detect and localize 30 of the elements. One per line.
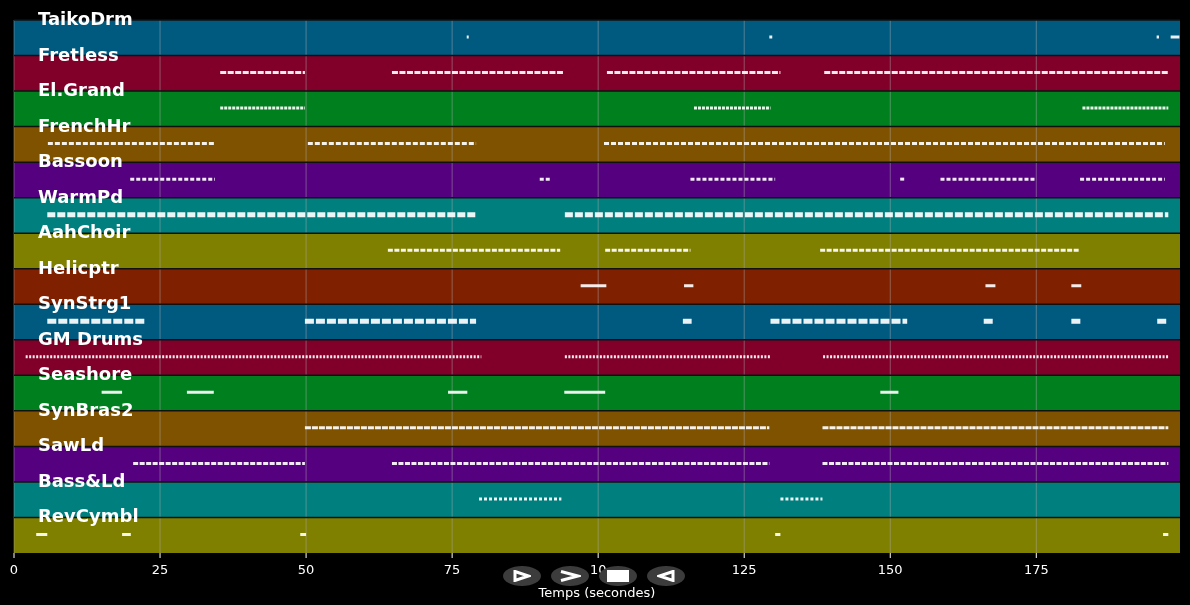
tick-label: 125 bbox=[731, 562, 757, 577]
track-label: Helicptr bbox=[38, 256, 119, 278]
play-button[interactable] bbox=[503, 566, 541, 586]
back-button[interactable] bbox=[647, 566, 685, 586]
tick-label: 50 bbox=[297, 562, 315, 577]
track-label: Bassoon bbox=[38, 150, 123, 172]
stop-icon bbox=[607, 570, 629, 582]
track-label: AahChoir bbox=[38, 221, 131, 243]
track-label: FrenchHr bbox=[38, 114, 131, 136]
axis-title: Temps (secondes) bbox=[538, 585, 656, 600]
track-label: SynBras2 bbox=[38, 398, 134, 420]
tick-label: 175 bbox=[1023, 562, 1049, 577]
play-icon bbox=[513, 570, 531, 582]
track-label: El.Grand bbox=[38, 79, 125, 101]
back-icon bbox=[657, 570, 675, 582]
track-label: WarmPd bbox=[38, 185, 124, 207]
track-label: Bass&Ld bbox=[38, 469, 126, 491]
track-label: Fretless bbox=[38, 43, 119, 65]
track-label: TaikoDrm bbox=[38, 8, 133, 29]
forward-button[interactable] bbox=[551, 566, 589, 586]
chevron-right-icon bbox=[559, 570, 581, 582]
track-label: RevCymbl bbox=[38, 505, 139, 527]
tick-label: 75 bbox=[443, 562, 461, 577]
tick-label: 25 bbox=[151, 562, 169, 577]
tick-label: 0 bbox=[9, 562, 19, 577]
track-label: SynStrg1 bbox=[38, 292, 132, 314]
tick-label: 150 bbox=[877, 562, 903, 577]
track-label: Seashore bbox=[38, 363, 133, 385]
track-label: SawLd bbox=[38, 434, 105, 456]
track-label: GM Drums bbox=[38, 327, 144, 349]
